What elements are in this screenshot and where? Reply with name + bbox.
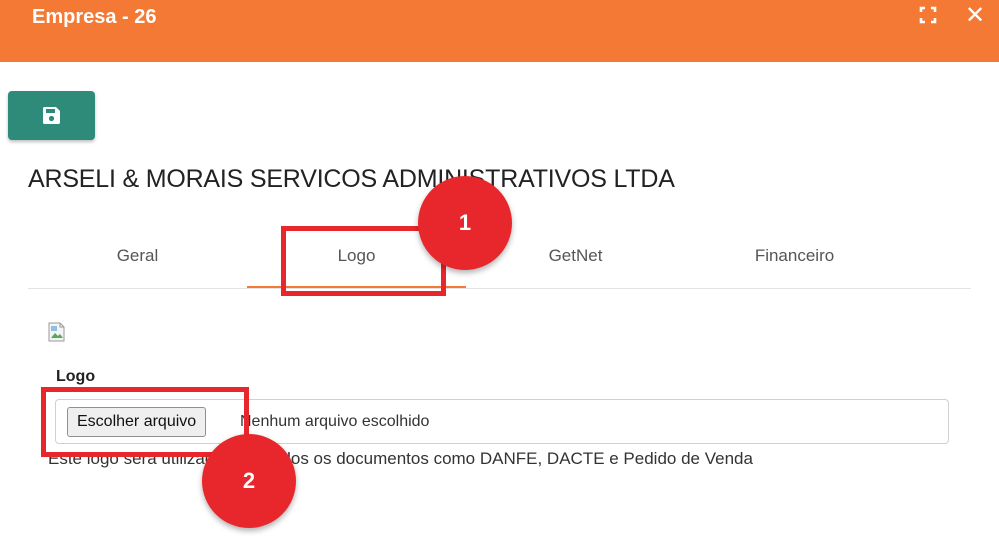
save-button[interactable] — [8, 91, 95, 140]
window-title: Empresa - 26 — [32, 6, 157, 28]
file-status-text: Nenhum arquivo escolhido — [240, 413, 430, 430]
company-name: ARSELI & MORAIS SERVICOS ADMINISTRATIVOS… — [28, 165, 675, 193]
logo-help-text: Este logo será utilizado para todos os d… — [48, 449, 753, 468]
choose-file-button[interactable]: Escolher arquivo — [67, 407, 207, 437]
close-icon[interactable]: ✕ — [960, 1, 990, 31]
window-titlebar: Empresa - 26 ✕ — [0, 0, 999, 62]
logo-field-label: Logo — [56, 368, 96, 385]
save-icon — [43, 107, 60, 124]
tab-geral[interactable]: Geral — [28, 228, 247, 288]
maximize-icon[interactable] — [918, 5, 938, 25]
annotation-badge-1: 1 — [418, 176, 512, 270]
annotation-badge-2: 2 — [202, 434, 296, 528]
logo-file-input[interactable]: Escolher arquivo Nenhum arquivo escolhid… — [55, 399, 949, 444]
broken-image-icon — [48, 322, 66, 342]
tab-financeiro[interactable]: Financeiro — [685, 228, 904, 288]
